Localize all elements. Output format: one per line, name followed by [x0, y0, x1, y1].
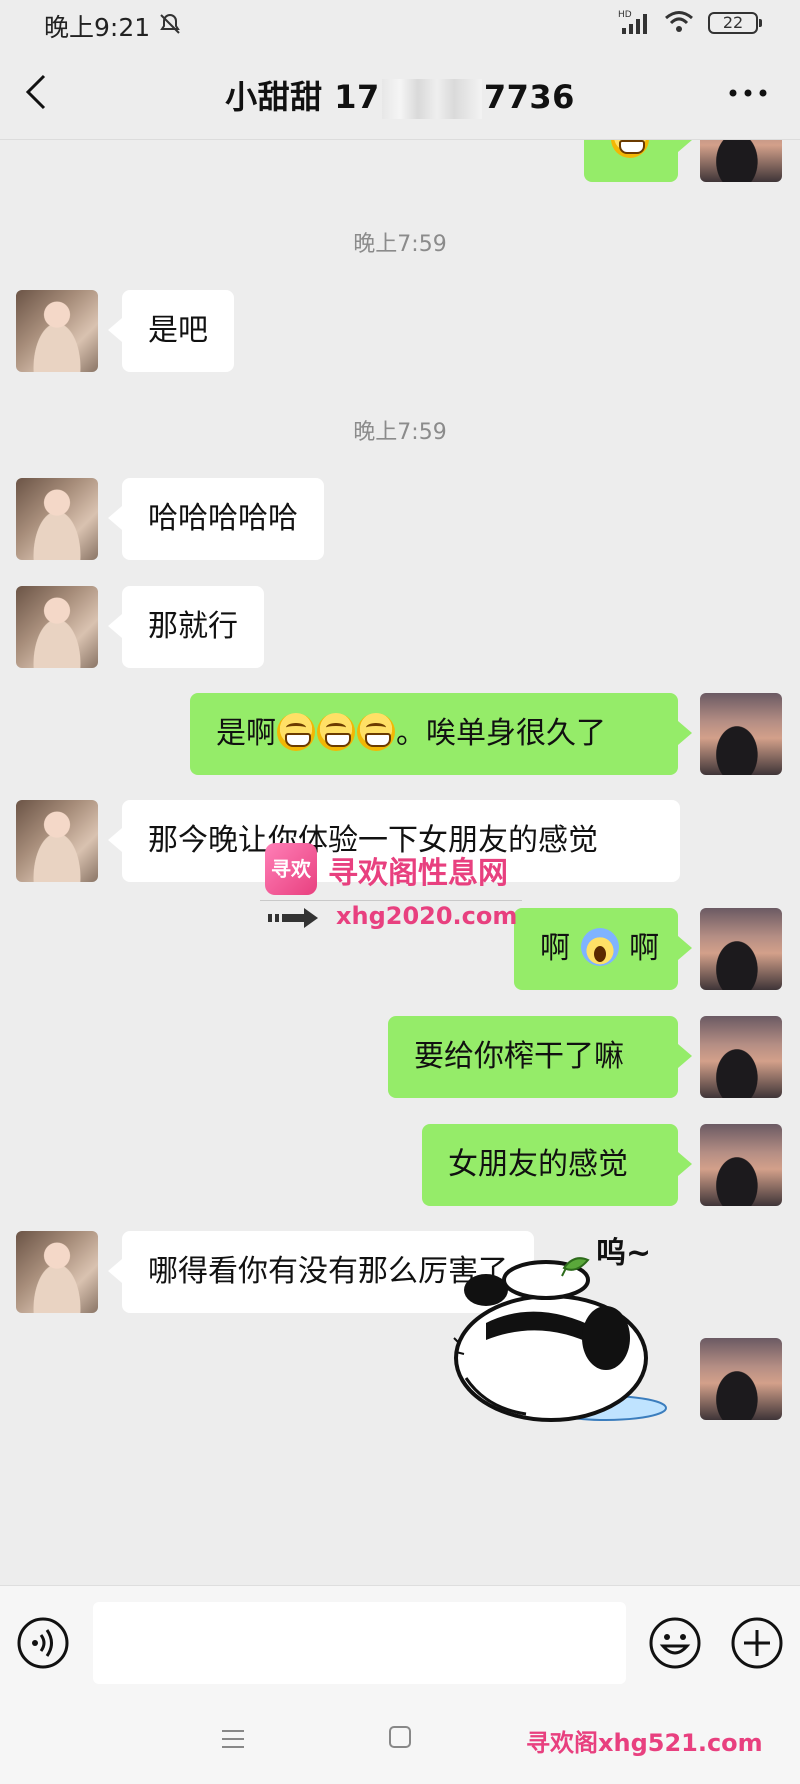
message-text: 啊: [540, 931, 570, 966]
watermark-url: xhg2020.com: [336, 902, 518, 930]
scream-emoji-icon: [580, 927, 619, 966]
my-avatar[interactable]: [700, 1016, 782, 1098]
watermark-arrow-icon: [268, 908, 318, 928]
message-bubble-sent[interactable]: 啊 啊: [514, 908, 692, 990]
my-avatar[interactable]: [700, 140, 782, 182]
message-text: 是啊: [216, 716, 276, 751]
contact-avatar[interactable]: [16, 290, 98, 372]
more-options-icon[interactable]: [728, 88, 768, 98]
message-text: 啊: [629, 931, 660, 966]
footer-watermark: 寻欢阁xhg521.com: [526, 1729, 763, 1757]
contact-name: 小甜甜 17 7736: [0, 72, 800, 119]
status-bar: 晚上9:21 HD 22: [0, 0, 800, 48]
timestamp: 晚上7:59: [353, 420, 447, 445]
voice-input-icon[interactable]: [16, 1616, 70, 1670]
message-bubble-sent[interactable]: 要给你榨干了嘛: [388, 1016, 692, 1098]
home-icon[interactable]: [388, 1725, 412, 1749]
bell-off-icon: [160, 13, 180, 34]
watermark-rule: [260, 900, 522, 901]
my-avatar[interactable]: [700, 1338, 782, 1420]
timestamp: 晚上7:59: [353, 232, 447, 257]
contact-avatar[interactable]: [16, 800, 98, 882]
contact-name-suffix: 7736: [483, 78, 575, 116]
signal-icon: HD: [618, 10, 647, 34]
contact-avatar[interactable]: [16, 586, 98, 668]
contact-name-prefix: 小甜甜 17: [225, 78, 380, 116]
plus-icon[interactable]: [730, 1616, 784, 1670]
contact-avatar[interactable]: [16, 1231, 98, 1313]
status-time: 晚上9:21: [44, 13, 151, 42]
contact-avatar[interactable]: [16, 478, 98, 560]
watermark-title: 寻欢阁性息网: [328, 856, 508, 891]
grin-emoji-icon: [277, 712, 315, 751]
grin-emoji-icon: [357, 712, 395, 751]
my-avatar[interactable]: [700, 908, 782, 990]
redaction-mask: [381, 79, 482, 119]
svg-text:HD: HD: [618, 10, 632, 20]
menu-icon[interactable]: [220, 1727, 246, 1751]
emoji-icon[interactable]: [648, 1616, 702, 1670]
my-avatar[interactable]: [700, 693, 782, 775]
message-bubble-received[interactable]: 哈哈哈哈哈: [108, 478, 324, 560]
my-avatar[interactable]: [700, 1124, 782, 1206]
message-bubble-partial[interactable]: [584, 140, 692, 182]
message-bubble-received[interactable]: 那就行: [108, 586, 264, 668]
message-bubble-sent[interactable]: 女朋友的感觉: [422, 1124, 692, 1206]
battery-indicator: 22: [708, 12, 762, 34]
chat-header: 小甜甜 17 7736: [0, 48, 800, 140]
grin-emoji-icon: [611, 140, 649, 158]
message-input[interactable]: [93, 1602, 626, 1684]
message-bubble-received[interactable]: 是吧: [108, 290, 234, 372]
input-bar: [0, 1585, 800, 1697]
wifi-icon: [665, 11, 693, 32]
message-bubble-sent[interactable]: 是啊 。唉单身很久了: [190, 693, 692, 775]
watermark-logo: 寻欢: [265, 843, 317, 895]
grin-emoji-icon: [317, 712, 355, 751]
crying-panda-sticker[interactable]: [446, 1228, 676, 1438]
message-text: 。唉单身很久了: [396, 716, 606, 751]
system-nav-bar: 寻欢阁xhg521.com: [0, 1697, 800, 1784]
